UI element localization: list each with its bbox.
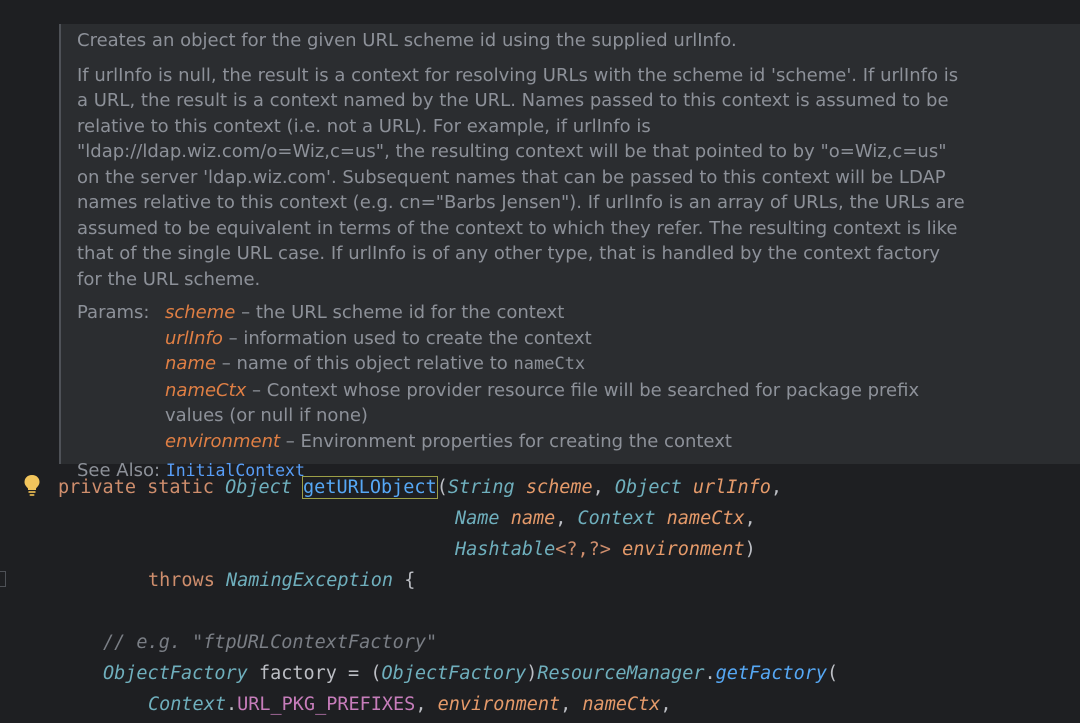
method-get-factory: getFactory bbox=[715, 663, 828, 684]
keyword-throws: throws bbox=[148, 570, 215, 591]
doc-param-item: name – name of this object relative to n… bbox=[165, 351, 925, 378]
doc-param-desc: – name of this object relative to bbox=[216, 353, 514, 374]
doc-param-name: name bbox=[165, 353, 217, 374]
arg-environment: environment bbox=[437, 694, 561, 715]
var-factory: factory bbox=[258, 663, 337, 684]
doc-param-item: environment – Environment properties for… bbox=[165, 429, 925, 455]
doc-summary: Creates an object for the given URL sche… bbox=[77, 30, 737, 51]
code-line-throws: throws NamingException { bbox=[148, 570, 416, 591]
class-context: Context bbox=[148, 694, 226, 715]
doc-param-item: urlInfo – information used to create the… bbox=[165, 326, 925, 352]
param-name: name bbox=[510, 508, 556, 529]
doc-param-item: scheme – the URL scheme id for the conte… bbox=[165, 300, 925, 326]
return-type: Object bbox=[225, 477, 292, 498]
doc-param-name: nameCtx bbox=[165, 379, 247, 401]
type-object: Object bbox=[614, 477, 682, 498]
type-naming-exception: NamingException bbox=[225, 570, 394, 591]
doc-params-label: Params: bbox=[77, 302, 150, 323]
type-context: Context bbox=[577, 508, 656, 529]
lightbulb-icon[interactable] bbox=[22, 473, 42, 497]
doc-param-name: urlInfo bbox=[165, 327, 223, 349]
javadoc-rendered-comment: Creates an object for the given URL sche… bbox=[59, 24, 1080, 481]
code-line-factory-args: Context.URL_PKG_PREFIXES, environment, n… bbox=[148, 694, 672, 715]
method-name-getURLObject[interactable]: getURLObject bbox=[302, 476, 438, 499]
type-name: Name bbox=[455, 508, 500, 529]
arg-namectx: nameCtx bbox=[582, 694, 661, 715]
class-resource-manager: ResourceManager bbox=[537, 663, 705, 684]
doc-param-name: scheme bbox=[165, 302, 236, 323]
code-editor[interactable]: private static Object getURLObject(Strin… bbox=[0, 470, 1080, 723]
doc-param-name: environment bbox=[165, 430, 281, 452]
type-string: String bbox=[447, 477, 515, 498]
code-line-params-3: Hashtable<?,?> environment) bbox=[455, 539, 756, 560]
type-hashtable: Hashtable bbox=[455, 539, 556, 560]
code-line-signature: private static Object getURLObject(Strin… bbox=[58, 476, 782, 499]
code-line-params-2: Name name, Context nameCtx, bbox=[455, 508, 756, 529]
doc-param-code: nameCtx bbox=[513, 354, 586, 374]
type-object-factory: ObjectFactory bbox=[103, 663, 248, 684]
param-urlinfo: urlInfo bbox=[692, 477, 771, 498]
doc-param-desc: – Environment properties for creating th… bbox=[280, 430, 732, 452]
code-line-comment: // e.g. "ftpURLContextFactory" bbox=[103, 627, 437, 658]
doc-param-desc: – information used to create the context bbox=[222, 327, 592, 349]
doc-param-desc: – Context whose provider resource file w… bbox=[165, 379, 920, 427]
const-url-pkg-prefixes: URL_PKG_PREFIXES bbox=[237, 694, 416, 715]
param-namectx: nameCtx bbox=[666, 508, 745, 529]
cast-type: ObjectFactory bbox=[381, 663, 527, 684]
doc-params-section: Params: scheme – the URL scheme id for t… bbox=[77, 300, 1080, 454]
code-line-factory-decl: ObjectFactory factory = (ObjectFactory)R… bbox=[103, 663, 839, 684]
fold-marker[interactable] bbox=[0, 571, 6, 587]
param-scheme: scheme bbox=[525, 477, 593, 498]
doc-description: If urlInfo is null, the result is a cont… bbox=[77, 64, 965, 290]
generics: <?,?> bbox=[555, 539, 611, 560]
keyword-static: static bbox=[147, 477, 214, 498]
keyword-private: private bbox=[58, 477, 136, 498]
doc-param-item: nameCtx – Context whose provider resourc… bbox=[165, 378, 925, 429]
code-comment: // e.g. "ftpURLContextFactory" bbox=[103, 632, 438, 653]
param-environment: environment bbox=[622, 539, 745, 560]
doc-params-list: scheme – the URL scheme id for the conte… bbox=[165, 300, 925, 454]
doc-param-desc: – the URL scheme id for the context bbox=[235, 302, 565, 323]
